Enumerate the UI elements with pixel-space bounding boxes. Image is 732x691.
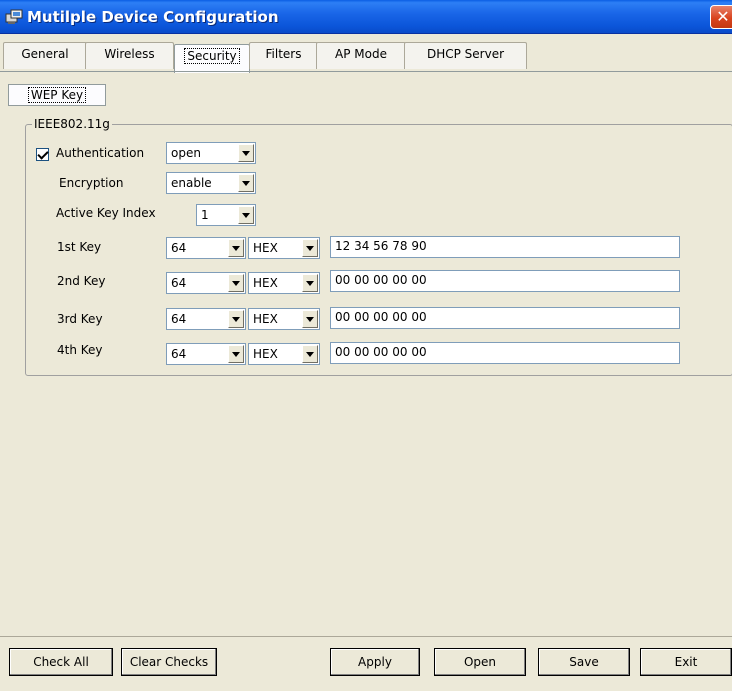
chevron-down-icon[interactable] bbox=[302, 239, 318, 257]
app-icon bbox=[5, 9, 23, 25]
key-4-length-select[interactable]: 64 bbox=[166, 343, 246, 365]
key-4-format-select[interactable]: HEX bbox=[248, 343, 320, 365]
key-1-format-select[interactable]: HEX bbox=[248, 237, 320, 259]
key-3-length-select[interactable]: 64 bbox=[166, 308, 246, 330]
key-2-length-select[interactable]: 64 bbox=[166, 272, 246, 294]
tab-ap-mode[interactable]: AP Mode bbox=[316, 42, 406, 69]
tab-filters[interactable]: Filters bbox=[249, 42, 318, 69]
tab-label: DHCP Server bbox=[426, 47, 505, 61]
tab-label: Wireless bbox=[104, 47, 155, 61]
key-1-length-value: 64 bbox=[171, 241, 187, 255]
tab-security[interactable]: Security bbox=[174, 44, 250, 73]
chevron-down-icon[interactable] bbox=[238, 144, 254, 162]
encryption-value: enable bbox=[171, 176, 212, 190]
key-2-input[interactable]: 00 00 00 00 00 bbox=[330, 270, 680, 292]
key-3-input[interactable]: 00 00 00 00 00 bbox=[330, 307, 680, 329]
subtab-label: WEP Key bbox=[27, 87, 87, 103]
key-3-format-select[interactable]: HEX bbox=[248, 308, 320, 330]
tab-wireless[interactable]: Wireless bbox=[85, 42, 174, 69]
open-button[interactable]: Open bbox=[434, 648, 526, 676]
chevron-down-icon[interactable] bbox=[302, 310, 318, 328]
key-1-length-select[interactable]: 64 bbox=[166, 237, 246, 259]
key-1-label: 1st Key bbox=[57, 240, 102, 254]
tab-label: AP Mode bbox=[335, 47, 387, 61]
key-4-label: 4th Key bbox=[57, 343, 103, 357]
bottom-divider bbox=[0, 636, 732, 637]
active-key-index-value: 1 bbox=[201, 208, 209, 222]
authentication-label: Authentication bbox=[56, 146, 145, 160]
exit-button[interactable]: Exit bbox=[640, 648, 732, 676]
authentication-checkbox[interactable] bbox=[36, 148, 49, 161]
encryption-select[interactable]: enable bbox=[166, 172, 256, 194]
key-4-format-value: HEX bbox=[253, 347, 278, 361]
chevron-down-icon[interactable] bbox=[238, 174, 254, 192]
apply-button[interactable]: Apply bbox=[330, 648, 420, 676]
tab-dhcp-server[interactable]: DHCP Server bbox=[404, 42, 527, 69]
key-3-format-value: HEX bbox=[253, 312, 278, 326]
save-button[interactable]: Save bbox=[538, 648, 630, 676]
check-all-button[interactable]: Check All bbox=[9, 648, 113, 676]
key-3-length-value: 64 bbox=[171, 312, 187, 326]
authentication-select[interactable]: open bbox=[166, 142, 256, 164]
active-key-index-label: Active Key Index bbox=[56, 206, 156, 220]
chevron-down-icon[interactable] bbox=[228, 345, 244, 363]
tab-label: Security bbox=[184, 48, 240, 64]
key-1-format-value: HEX bbox=[253, 241, 278, 255]
chevron-down-icon[interactable] bbox=[302, 274, 318, 292]
key-4-input[interactable]: 00 00 00 00 00 bbox=[330, 342, 680, 364]
encryption-label: Encryption bbox=[59, 176, 124, 190]
chevron-down-icon[interactable] bbox=[228, 310, 244, 328]
chevron-down-icon[interactable] bbox=[228, 274, 244, 292]
authentication-value: open bbox=[171, 146, 201, 160]
key-4-length-value: 64 bbox=[171, 347, 187, 361]
chevron-down-icon[interactable] bbox=[228, 239, 244, 257]
close-icon[interactable]: ✕ bbox=[710, 5, 732, 29]
tab-label: General bbox=[21, 47, 69, 61]
key-1-input[interactable]: 12 34 56 78 90 bbox=[330, 236, 680, 258]
key-3-label: 3rd Key bbox=[57, 312, 103, 326]
tab-label: Filters bbox=[265, 47, 302, 61]
tab-divider bbox=[0, 71, 732, 72]
window-title: Mutilple Device Configuration bbox=[27, 8, 279, 26]
key-2-length-value: 64 bbox=[171, 276, 187, 290]
key-2-label: 2nd Key bbox=[57, 274, 106, 288]
active-key-index-select[interactable]: 1 bbox=[196, 204, 256, 226]
chevron-down-icon[interactable] bbox=[238, 206, 254, 224]
clear-checks-button[interactable]: Clear Checks bbox=[121, 648, 217, 676]
tab-bar: General Wireless Security Filters AP Mod… bbox=[0, 34, 732, 73]
group-title: IEEE802.11g bbox=[32, 117, 112, 131]
tab-general[interactable]: General bbox=[3, 42, 87, 69]
key-2-format-value: HEX bbox=[253, 276, 278, 290]
tab-wep-key[interactable]: WEP Key bbox=[8, 84, 106, 106]
chevron-down-icon[interactable] bbox=[302, 345, 318, 363]
key-2-format-select[interactable]: HEX bbox=[248, 272, 320, 294]
